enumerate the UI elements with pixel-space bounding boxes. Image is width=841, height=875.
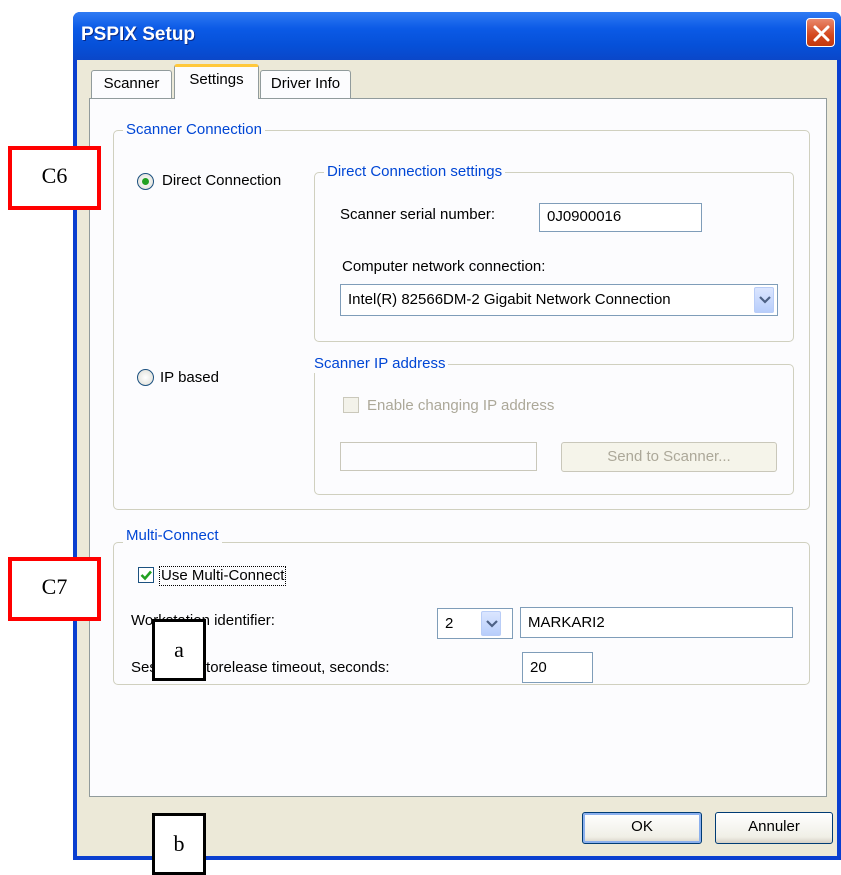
scanner-connection-legend: Scanner Connection bbox=[123, 121, 265, 139]
tab-driver-info[interactable]: Driver Info bbox=[260, 70, 351, 98]
use-multi-connect-label[interactable]: Use Multi-Connect bbox=[159, 566, 287, 586]
network-connection-label: Computer network connection: bbox=[342, 258, 546, 275]
ok-button[interactable]: OK bbox=[582, 812, 702, 844]
close-button[interactable] bbox=[806, 18, 835, 47]
ip-based-label[interactable]: IP based bbox=[160, 369, 219, 387]
ip-based-radio[interactable] bbox=[137, 369, 154, 386]
tab-scanner-label: Scanner bbox=[103, 75, 160, 92]
close-icon bbox=[813, 25, 830, 42]
chevron-down-icon bbox=[486, 620, 498, 628]
direct-connection-label[interactable]: Direct Connection bbox=[162, 172, 281, 190]
tab-settings-label: Settings bbox=[189, 71, 244, 88]
serial-number-input[interactable]: 0J0900016 bbox=[539, 203, 702, 232]
window-title: PSPIX Setup bbox=[81, 24, 196, 45]
ip-address-input[interactable] bbox=[340, 442, 537, 471]
callout-c6: C6 bbox=[8, 146, 101, 210]
scanner-ip-address-legend: Scanner IP address bbox=[311, 355, 449, 373]
workstation-number-select[interactable]: 2 bbox=[437, 608, 513, 639]
workstation-number-dropdown-button[interactable] bbox=[481, 611, 501, 636]
direct-connection-radio[interactable] bbox=[137, 173, 154, 190]
network-connection-select[interactable]: Intel(R) 82566DM-2 Gigabit Network Conne… bbox=[340, 284, 778, 316]
autorelease-timeout-input[interactable]: 20 bbox=[522, 652, 593, 683]
workstation-number-value: 2 bbox=[445, 615, 454, 632]
serial-number-label: Scanner serial number: bbox=[340, 206, 496, 223]
network-connection-value: Intel(R) 82566DM-2 Gigabit Network Conne… bbox=[348, 291, 671, 308]
direct-connection-settings-group bbox=[314, 172, 794, 342]
chevron-down-icon bbox=[759, 296, 771, 304]
callout-a: a bbox=[152, 619, 206, 681]
network-dropdown-button[interactable] bbox=[754, 287, 774, 313]
send-to-scanner-button[interactable]: Send to Scanner... bbox=[561, 442, 777, 472]
enable-changing-ip-label: Enable changing IP address bbox=[367, 397, 555, 414]
tab-settings[interactable]: Settings bbox=[174, 64, 259, 99]
tab-scanner[interactable]: Scanner bbox=[91, 70, 172, 98]
scanner-ip-address-group bbox=[314, 364, 794, 495]
multi-connect-legend: Multi-Connect bbox=[123, 527, 222, 545]
workstation-name-input[interactable]: MARKARI2 bbox=[520, 607, 793, 638]
tab-driver-info-label: Driver Info bbox=[270, 75, 341, 92]
radio-selected-dot bbox=[142, 178, 149, 185]
checkmark-icon bbox=[140, 570, 152, 581]
direct-connection-settings-legend: Direct Connection settings bbox=[324, 163, 506, 181]
use-multi-connect-checkbox[interactable] bbox=[138, 567, 154, 583]
callout-c7: C7 bbox=[8, 557, 101, 621]
cancel-button[interactable]: Annuler bbox=[715, 812, 833, 844]
enable-changing-ip-checkbox[interactable] bbox=[343, 397, 359, 413]
callout-b: b bbox=[152, 813, 206, 875]
